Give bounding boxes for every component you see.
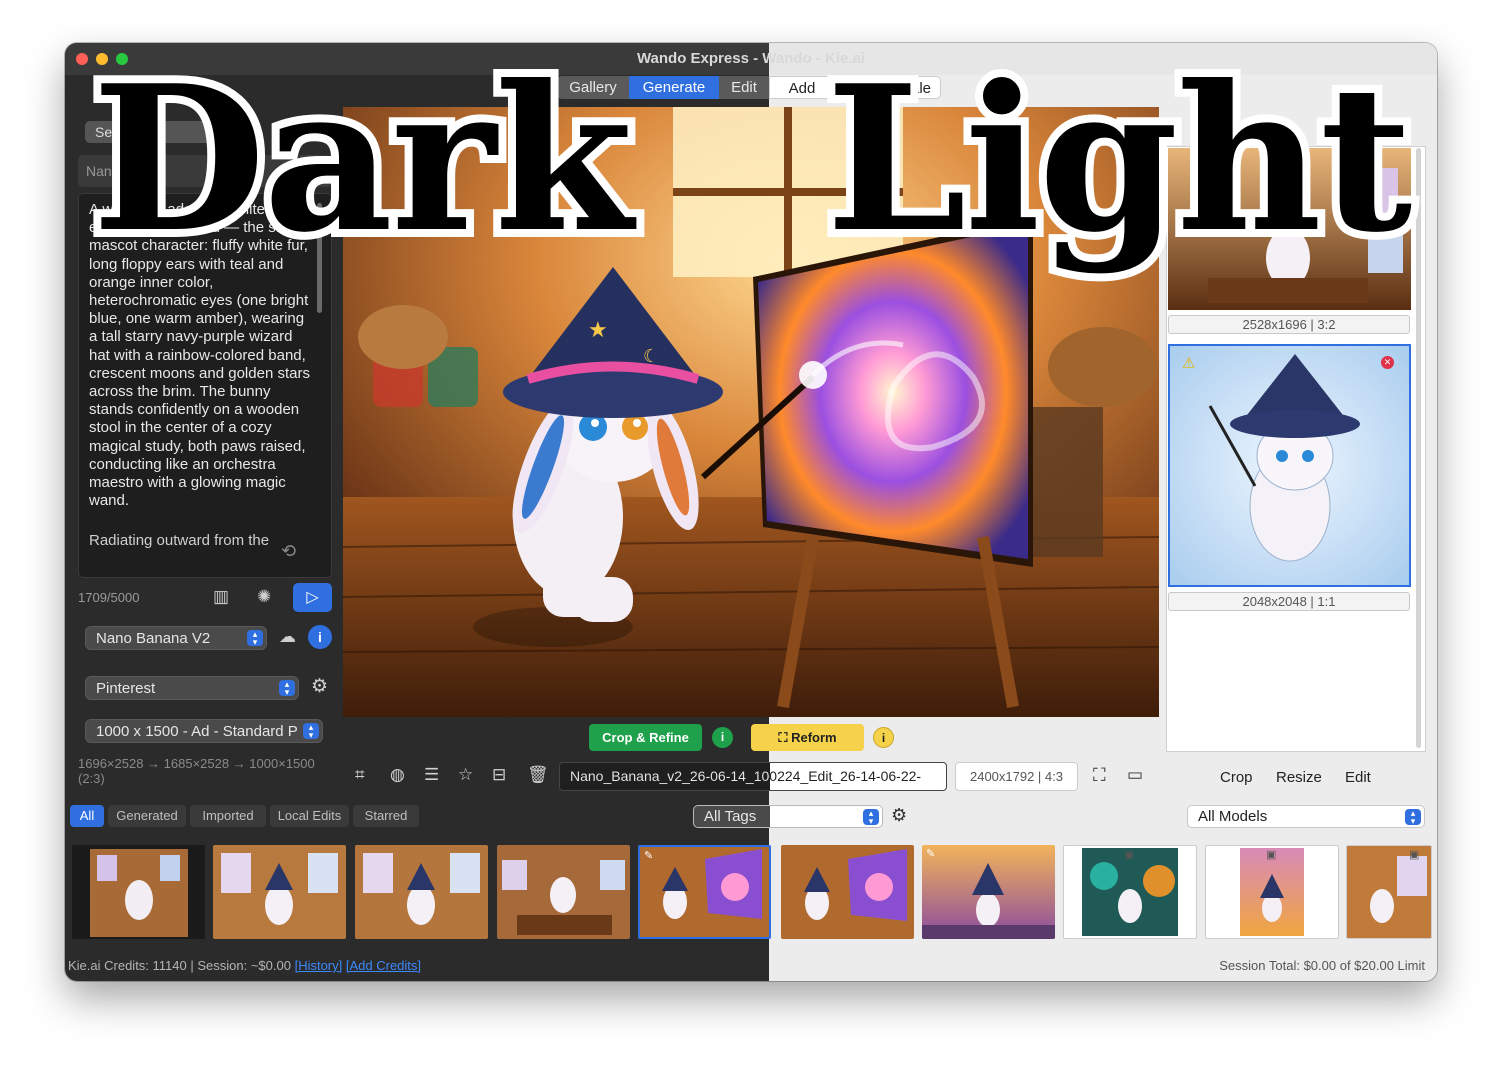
result-dims-1: 2528x1696 | 3:2 <box>1168 315 1410 334</box>
thumbnail-10[interactable]: ▣ <box>1346 845 1432 939</box>
history-link[interactable]: [History] <box>295 958 343 973</box>
prompt-tail: Radiating outward from the <box>89 532 270 550</box>
chevron-updown-icon: ▴ ▾ <box>1405 809 1421 826</box>
tab-edit[interactable]: Edit <box>719 76 769 99</box>
add-credits-link[interactable]: [Add Credits] <box>346 958 421 973</box>
crop-link[interactable]: Crop <box>1220 769 1253 786</box>
columns-icon[interactable]: ▥ <box>213 587 229 607</box>
archive-icon[interactable]: ⊟ <box>492 765 506 785</box>
thumbnail-3[interactable] <box>355 845 488 939</box>
image-badge-icon: ▣ <box>1124 849 1135 861</box>
brush-badge-icon: ✎ <box>644 850 654 862</box>
tags-select-value: All Tags <box>704 808 757 825</box>
filter-tab-starred[interactable]: Starred <box>353 805 419 827</box>
chevron-updown-icon: ▴ ▾ <box>247 630 263 647</box>
tags-gear-icon[interactable]: ⚙ <box>891 805 907 826</box>
cloud-icon[interactable]: ☁ <box>279 627 296 647</box>
filename-value: Nano_Banana_v2_26-06-14_100224_Edit_26-1… <box>570 768 922 784</box>
thumbnail-2[interactable] <box>213 845 346 939</box>
reform-label: Reform <box>791 730 837 745</box>
crop-refine-button[interactable]: Crop & Refine <box>589 724 702 751</box>
filter-tab-imported[interactable]: Imported <box>190 805 266 827</box>
history-icon[interactable]: ⟲ <box>281 541 296 562</box>
crop-icon[interactable]: ⌗ <box>355 765 365 785</box>
char-count: 1709/5000 <box>78 590 140 605</box>
model-select-value: Nano Banana V2 <box>96 630 211 647</box>
credits-text: Kie.ai Credits: 11140 | Session: ~$0.00 <box>68 958 291 973</box>
tab-generate[interactable]: Generate <box>629 76 719 99</box>
filter-tab-all[interactable]: All <box>70 805 104 827</box>
palette-icon[interactable]: ◍ <box>390 765 405 785</box>
model-info-button[interactable]: i <box>308 625 332 649</box>
filter-tab-generated[interactable]: Generated <box>108 805 186 827</box>
list-icon[interactable]: ☰ <box>424 765 439 785</box>
image-dims-field: 2400x1792 | 4:3 <box>955 762 1078 791</box>
chevron-updown-icon: ▴ ▾ <box>303 723 319 740</box>
svg-text:☾: ☾ <box>643 346 659 367</box>
chevron-updown-icon: ▴ ▾ <box>863 809 879 826</box>
trash-icon[interactable]: 🗑 <box>527 765 549 785</box>
status-credits: Kie.ai Credits: 11140 | Session: ~$0.00 … <box>68 958 421 973</box>
chevron-updown-icon: ▴ ▾ <box>279 680 295 697</box>
results-scrollbar[interactable] <box>1416 148 1421 748</box>
reform-info-button[interactable]: i <box>873 727 894 748</box>
compare-icon[interactable]: ▭ <box>1127 765 1143 785</box>
size-select[interactable]: 1000 x 1500 - Ad - Standard P ▴ ▾ <box>85 719 323 743</box>
result-dims-2: 2048x2048 | 1:1 <box>1168 592 1410 611</box>
aperture-icon[interactable]: ✺ <box>257 587 271 607</box>
image-badge-icon: ▣ <box>1409 849 1420 861</box>
style-select-value: Pinterest <box>96 680 156 697</box>
resize-link[interactable]: Resize <box>1276 769 1322 786</box>
brush-badge-icon: ✎ <box>926 848 936 860</box>
light-overlay-word: Light <box>818 42 1420 277</box>
models-select[interactable]: All Models ▴ ▾ <box>1187 805 1425 828</box>
session-total: Session Total: $0.00 of $20.00 Limit <box>1219 958 1425 973</box>
star-icon[interactable]: ☆ <box>458 765 473 785</box>
reform-icon: ⛶ <box>778 730 788 745</box>
edit-link[interactable]: Edit <box>1345 769 1371 786</box>
filter-tab-local-edits[interactable]: Local Edits <box>270 805 349 827</box>
fullscreen-icon[interactable]: ⛶ <box>1093 765 1106 786</box>
style-select[interactable]: Pinterest ▴ ▾ <box>85 676 299 700</box>
thumbnail-6[interactable] <box>781 845 914 939</box>
thumbnail-8[interactable]: ▣ <box>1063 845 1197 939</box>
send-button[interactable]: ▷ <box>293 583 332 612</box>
model-select[interactable]: Nano Banana V2 ▴ ▾ <box>85 626 267 650</box>
result-thumb-2[interactable] <box>1168 344 1411 587</box>
gear-icon[interactable]: ⚙ <box>311 675 328 698</box>
thumbnail-5-selected[interactable]: ✎ <box>638 845 771 939</box>
thumbnail-4[interactable] <box>497 845 630 939</box>
image-badge-icon: ▣ <box>1266 849 1277 861</box>
reform-button[interactable]: ⛶ Reform <box>751 724 864 751</box>
tags-select[interactable]: All Tags ▴ ▾ <box>693 805 883 828</box>
crop-info-button[interactable]: i <box>712 727 733 748</box>
dark-overlay-word: Dark <box>84 42 641 277</box>
thumbnail-7[interactable]: ✎ <box>922 845 1055 939</box>
thumbnail-1[interactable] <box>72 845 205 939</box>
size-select-value: 1000 x 1500 - Ad - Standard P <box>96 723 298 740</box>
models-select-value: All Models <box>1198 808 1268 825</box>
warning-icon: ⚠ <box>1182 355 1196 372</box>
svg-text:★: ★ <box>588 318 608 343</box>
filename-field[interactable]: Nano_Banana_v2_26-06-14_100224_Edit_26-1… <box>559 762 947 791</box>
resize-chain: 1696×2528 → 1685×2528 → 1000×1500 (2:3) <box>78 756 315 786</box>
thumbnail-9[interactable]: ▣ <box>1205 845 1339 939</box>
remove-icon[interactable]: ✕ <box>1381 356 1394 369</box>
